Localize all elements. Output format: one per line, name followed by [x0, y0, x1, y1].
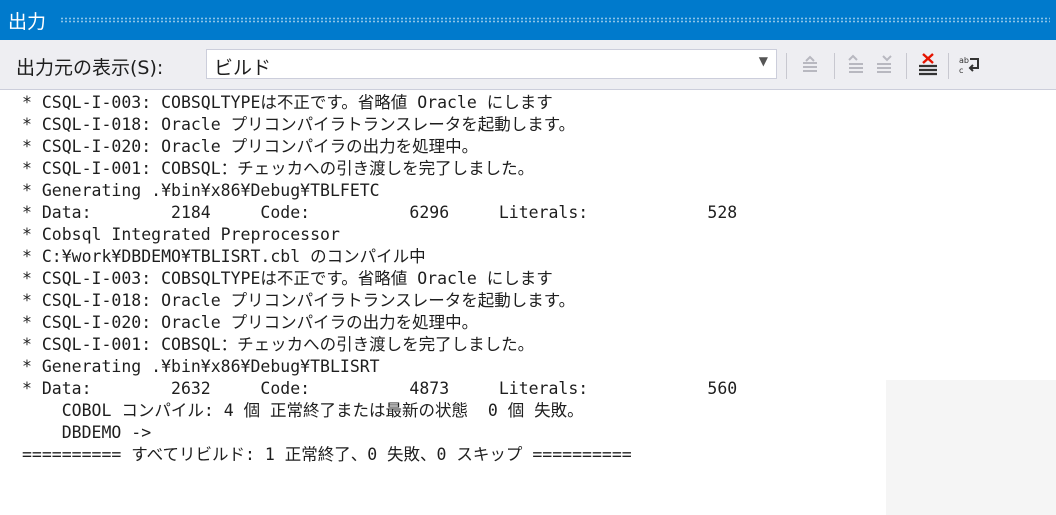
go-to-previous-message-button[interactable] [796, 51, 824, 79]
output-line: COBOL コンパイル: 4 個 正常終了または最新の状態 0 個 失敗。 [22, 401, 584, 420]
output-toolbar: 出力元の表示(S): ビルド ▼ ab c [0, 40, 1056, 90]
output-line: * CSQL-I-001: COBSQL：チェッカへの引き渡しを完了しました。 [22, 335, 535, 354]
output-line: * Data: 2632 Code: 4873 Literals: 560 [22, 379, 738, 398]
output-text-area[interactable]: * CSQL-I-003: COBSQLTYPEは不正です。省略値 Oracle… [0, 90, 1056, 515]
output-line: * Generating .¥bin¥x86¥Debug¥TBLFETC [22, 181, 380, 200]
find-next-message-button[interactable] [870, 51, 898, 79]
output-line: DBDEMO -> [22, 423, 152, 442]
toggle-word-wrap-button[interactable]: ab c [956, 51, 984, 79]
find-previous-icon [848, 54, 863, 73]
toolbar-separator [906, 53, 907, 79]
output-source-value: ビルド [214, 57, 272, 79]
output-line: * CSQL-I-018: Oracle プリコンパイラトランスレータを起動しま… [22, 291, 576, 310]
show-output-from-label: 出力元の表示(S): [16, 57, 164, 79]
output-line: * CSQL-I-018: Oracle プリコンパイラトランスレータを起動しま… [22, 115, 576, 134]
chevron-down-icon: ▼ [758, 54, 768, 68]
clear-all-icon [919, 53, 937, 76]
previous-message-icon [803, 55, 817, 72]
word-wrap-icon: ab c [959, 56, 979, 75]
output-line: * CSQL-I-020: Oracle プリコンパイラの出力を処理中。 [22, 137, 479, 156]
toolbar-separator [786, 53, 787, 79]
output-source-dropdown[interactable]: ビルド ▼ [206, 49, 777, 79]
output-line: * Cobsql Integrated Preprocessor [22, 225, 340, 244]
output-line: * CSQL-I-001: COBSQL：チェッカへの引き渡しを完了しました。 [22, 159, 535, 178]
svg-text:c: c [959, 66, 963, 75]
output-line: * CSQL-I-003: COBSQLTYPEは不正です。省略値 Oracle… [22, 93, 553, 112]
clear-all-button[interactable] [914, 51, 942, 79]
find-previous-message-button[interactable] [842, 51, 870, 79]
svg-text:ab: ab [959, 56, 969, 65]
output-window-titlebar[interactable]: 出力 [0, 0, 1056, 40]
titlebar-grip[interactable] [60, 17, 1050, 23]
output-line: * C:¥work¥DBDEMO¥TBLISRT.cbl のコンパイル中 [22, 247, 426, 266]
output-line: * Data: 2184 Code: 6296 Literals: 528 [22, 203, 738, 222]
output-line: * Generating .¥bin¥x86¥Debug¥TBLISRT [22, 357, 380, 376]
find-next-icon [877, 55, 892, 73]
output-line: ========== すべてリビルド: 1 正常終了、0 失敗、0 スキップ =… [22, 445, 632, 464]
output-empty-region [886, 380, 1056, 515]
window-title: 出力 [8, 10, 47, 33]
toolbar-separator [948, 53, 949, 79]
output-line: * CSQL-I-003: COBSQLTYPEは不正です。省略値 Oracle… [22, 269, 553, 288]
output-line: * CSQL-I-020: Oracle プリコンパイラの出力を処理中。 [22, 313, 479, 332]
toolbar-separator [834, 53, 835, 79]
